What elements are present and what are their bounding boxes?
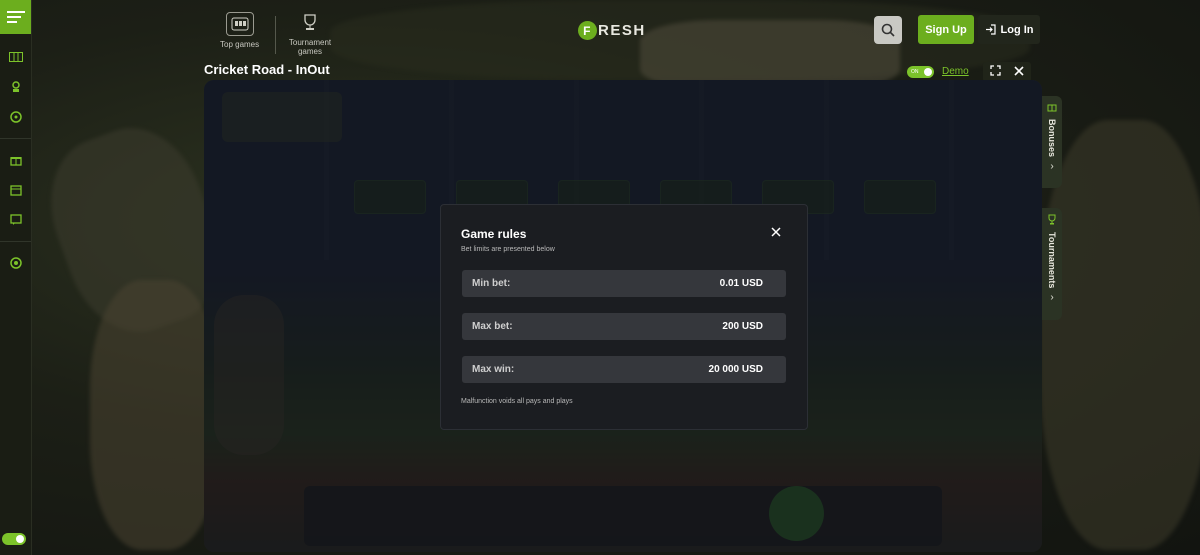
rule-value: 200 USD — [722, 321, 763, 332]
theme-toggle[interactable] — [2, 533, 26, 545]
bonuses-tab-label: Bonuses — [1047, 119, 1057, 158]
rule-label: Min bet: — [472, 278, 511, 289]
bonuses-tab[interactable]: Bonuses › — [1042, 96, 1062, 188]
demo-toggle-text: ON — [911, 69, 919, 75]
rule-row-min-bet: Min bet: 0.01 USD — [462, 270, 786, 297]
rule-row-max-bet: Max bet: 200 USD — [462, 313, 786, 340]
modal-subtitle: Bet limits are presented below — [461, 246, 555, 253]
rule-label: Max bet: — [472, 321, 513, 332]
frame-controls — [983, 62, 1031, 82]
top-games-icon — [225, 12, 254, 36]
demo-link[interactable]: Demo — [942, 66, 969, 77]
gift-icon — [1047, 102, 1057, 115]
fullscreen-icon[interactable] — [990, 65, 1001, 79]
tournaments-tab[interactable]: Tournaments › — [1042, 208, 1062, 320]
search-icon — [881, 23, 895, 37]
background-rock — [1040, 120, 1200, 550]
live-casino-icon[interactable] — [0, 72, 31, 102]
trophy-icon — [297, 12, 323, 34]
sidebar-divider — [0, 241, 31, 242]
rule-row-max-win: Max win: 20 000 USD — [462, 356, 786, 383]
calendar-icon[interactable] — [0, 175, 31, 205]
search-button[interactable] — [874, 16, 902, 44]
rule-value: 0.01 USD — [719, 278, 763, 289]
sign-up-button[interactable]: Sign Up — [918, 15, 974, 44]
sidebar — [0, 0, 32, 555]
background-rock — [90, 280, 220, 550]
close-icon[interactable] — [771, 225, 781, 241]
log-in-button[interactable]: Log In — [978, 15, 1040, 44]
log-in-label: Log In — [1000, 23, 1034, 36]
modal-footer-note: Malfunction voids all pays and plays — [461, 398, 573, 405]
hamburger-icon — [6, 11, 25, 23]
sidebar-divider — [0, 138, 31, 139]
gift-icon[interactable] — [0, 145, 31, 175]
demo-toggle[interactable]: ON — [907, 66, 934, 78]
tournaments-tab-label: Tournaments — [1047, 232, 1057, 289]
nav-tournament-games[interactable]: Tournament games — [288, 12, 332, 56]
chevron-right-icon: › — [1050, 292, 1054, 304]
chevron-right-icon: › — [1050, 161, 1054, 173]
game-rules-modal: Game rules Bet limits are presented belo… — [440, 204, 808, 430]
modal-title: Game rules — [461, 227, 527, 241]
rule-label: Max win: — [472, 364, 515, 375]
login-icon — [985, 24, 996, 35]
nav-top-games-label: Top games — [220, 40, 260, 49]
chat-icon[interactable] — [0, 205, 31, 235]
support-icon[interactable] — [0, 248, 31, 278]
close-icon[interactable] — [1014, 65, 1024, 79]
slots-icon[interactable] — [0, 42, 31, 72]
logo-mark: F — [578, 21, 597, 40]
sports-icon[interactable] — [0, 102, 31, 132]
game-title: Cricket Road - InOut — [204, 62, 330, 77]
nav-tournament-games-label: Tournament games — [288, 38, 332, 56]
menu-button[interactable] — [0, 0, 31, 34]
logo[interactable]: F RESH — [578, 21, 646, 40]
nav-divider — [275, 16, 276, 54]
nav-top-games[interactable]: Top games — [220, 12, 259, 49]
rule-value: 20 000 USD — [708, 364, 763, 375]
logo-text: RESH — [598, 22, 646, 39]
trophy-icon — [1047, 214, 1057, 228]
